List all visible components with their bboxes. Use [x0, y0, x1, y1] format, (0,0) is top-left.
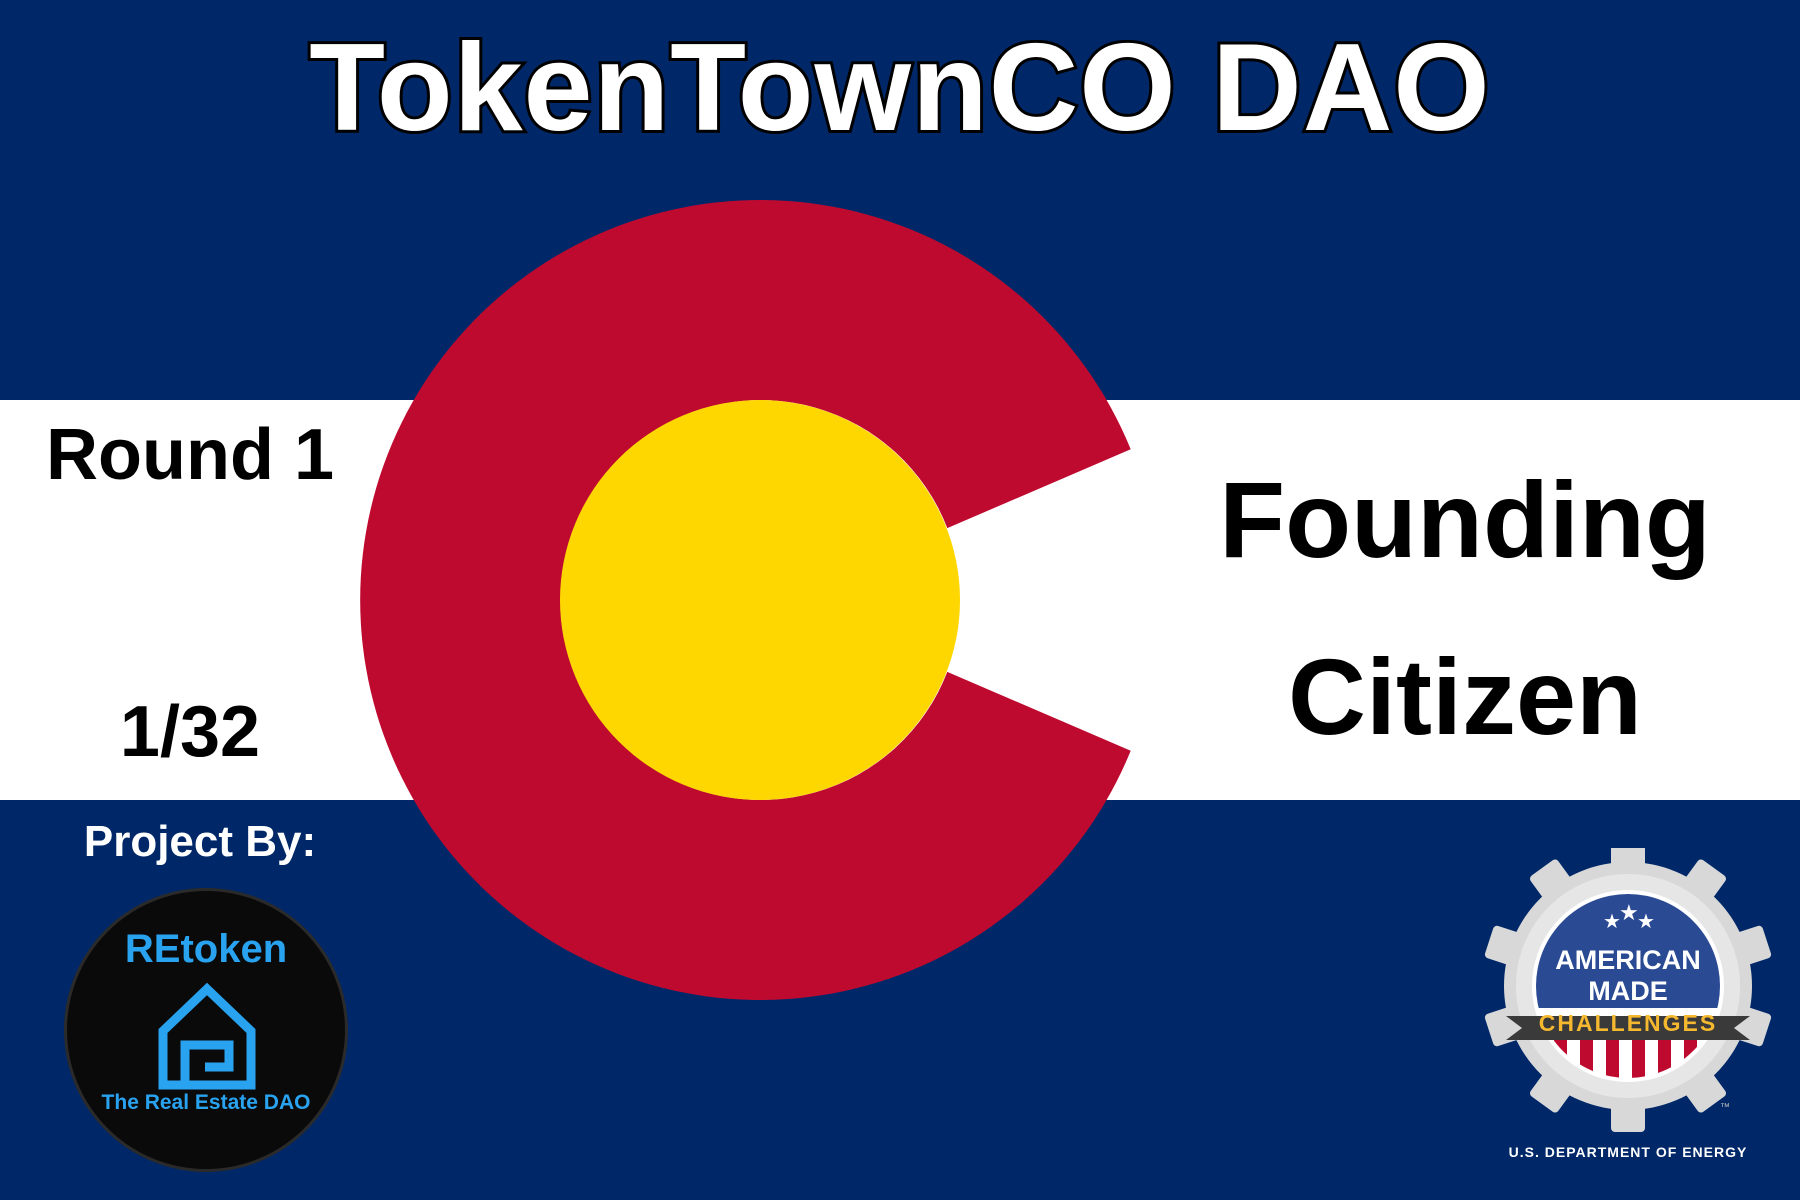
retoken-tagline: The Real Estate DAO: [101, 1091, 311, 1114]
retoken-name: REtoken: [124, 927, 288, 971]
amc-line3: CHALLENGES: [1538, 1010, 1718, 1036]
trademark-mark: ™: [1720, 1102, 1730, 1113]
nft-card: TokenTownCO DAO Round 1 1/32 Founding Ci…: [0, 0, 1800, 1200]
house-icon: [158, 982, 256, 1090]
svg-text:★: ★: [1619, 901, 1639, 926]
rank-title-line1: Founding: [1219, 459, 1711, 580]
round-label: Round 1: [46, 415, 334, 495]
amc-line1: AMERICAN: [1555, 945, 1701, 975]
edition-number: 1/32: [119, 692, 261, 772]
svg-text:★: ★: [1637, 909, 1655, 933]
rank-title-line2: Citizen: [1287, 636, 1642, 757]
amc-line2: MADE: [1588, 976, 1668, 1006]
retoken-logo: REtoken The Real Estate DAO: [64, 888, 348, 1172]
page-title: TokenTownCO DAO: [306, 16, 1492, 160]
american-made-challenges-logo: ★ ★ ★ AMERICAN MADE CHALLENGES ™ U.S. DE…: [1478, 848, 1778, 1178]
project-by-label: Project By:: [83, 817, 317, 866]
gold-disc: [560, 400, 960, 800]
amc-department: U.S. DEPARTMENT OF ENERGY: [1508, 1144, 1748, 1160]
